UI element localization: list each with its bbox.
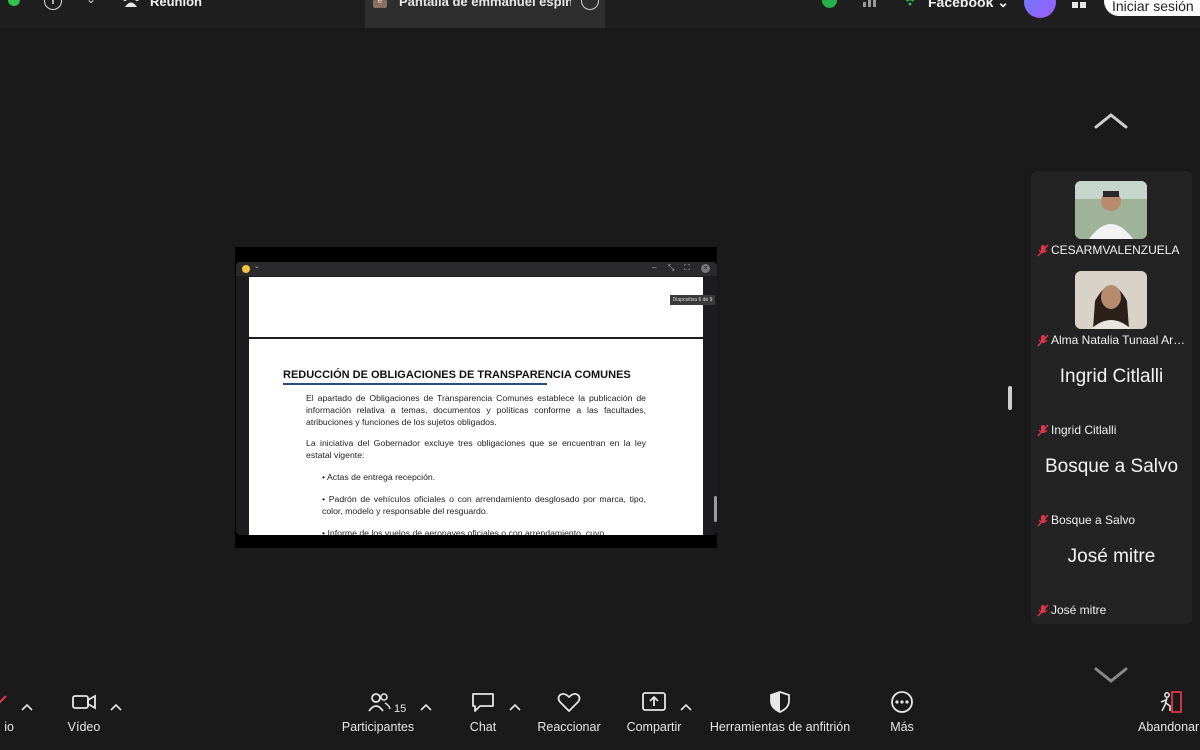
gallery-resize-handle[interactable] — [1008, 386, 1012, 410]
participant-gallery: CESARMVALENZUELA Alma Natalia Tunaal Ari… — [1031, 171, 1192, 624]
previous-slide — [249, 277, 703, 337]
video-camera-icon — [72, 694, 96, 710]
audio-label: io — [4, 720, 14, 734]
slide-bullet-3: • Informe de los vuelos de aeronaves ofi… — [322, 528, 605, 535]
audio-options-caret[interactable] — [21, 703, 33, 711]
participant-display-name: José mitre — [1067, 546, 1156, 567]
host-tools-button[interactable]: Herramientas de anfitrión — [704, 690, 856, 734]
participant-video-2 — [1075, 271, 1147, 329]
video-options-caret[interactable] — [110, 703, 122, 711]
slide-paragraph-1: El apartado de Obligaciones de Transpare… — [306, 393, 646, 427]
top-bar: i ⌄ Reunión e Pantalla de emmanuel espin… — [0, 0, 1200, 28]
fullscreen-icon[interactable]: ⛶ — [684, 263, 690, 273]
audio-button[interactable]: io — [0, 690, 14, 734]
chevron-down-icon[interactable]: ⌄ — [86, 0, 96, 6]
shield-check-icon[interactable] — [822, 0, 837, 8]
mic-muted-icon — [0, 695, 7, 704]
participant-tile[interactable]: CESARMVALENZUELA — [1031, 171, 1192, 261]
heart-icon — [557, 692, 581, 712]
minimize-icon[interactable]: – — [652, 263, 656, 272]
title-underline — [283, 383, 547, 385]
apps-icon[interactable] — [1072, 0, 1086, 8]
slide-counter: Diapositiva 6 de 9 — [670, 295, 715, 305]
participant-tile[interactable]: Ingrid Citlalli Ingrid Citlalli — [1031, 351, 1192, 441]
participant-tile[interactable]: José mitre José mitre — [1031, 531, 1192, 621]
shield-icon — [770, 691, 790, 713]
participant-name: CESARMVALENZUELA — [1051, 243, 1180, 257]
host-tools-label: Herramientas de anfitrión — [709, 720, 851, 734]
slide-title: REDUCCIÓN DE OBLIGACIONES DE TRANSPARENC… — [283, 369, 631, 381]
participant-photo — [1075, 181, 1147, 239]
more-button[interactable]: Más — [882, 690, 922, 734]
chevron-down-icon[interactable] — [1094, 666, 1128, 684]
tab-avatar-icon: e — [373, 0, 387, 8]
participant-tile[interactable]: Bosque a Salvo Bosque a Salvo — [1031, 441, 1192, 531]
signin-button[interactable]: Iniciar sesión — [1104, 0, 1200, 16]
tab-title: Pantalla de emmanuel espino — [399, 0, 571, 9]
muted-mic-icon — [1037, 604, 1049, 617]
slide-paragraph-2: La iniciativa del Gobernador excluye tre… — [306, 438, 646, 460]
participant-display-name: Ingrid Citlalli — [1059, 366, 1164, 387]
shared-screen-tab[interactable]: e Pantalla de emmanuel espino ··· — [365, 0, 605, 28]
info-icon[interactable]: i — [44, 0, 62, 10]
share-options-caret[interactable] — [680, 703, 692, 711]
video-button[interactable]: Vídeo — [62, 690, 106, 734]
muted-mic-icon — [1037, 514, 1049, 527]
more-icon[interactable]: ··· — [581, 0, 599, 10]
meeting-toolbar: io Vídeo Participantes 15 Chat Reacciona… — [0, 690, 1200, 750]
participant-video-1 — [1075, 181, 1147, 239]
muted-mic-icon — [1037, 424, 1049, 437]
share-button[interactable]: Compartir — [622, 690, 686, 734]
signal-icon[interactable] — [862, 0, 880, 7]
share-label: Compartir — [626, 720, 682, 734]
chat-icon — [472, 693, 494, 712]
participant-display-name: Bosque a Salvo — [1044, 456, 1179, 477]
participants-label: Participantes — [341, 720, 415, 734]
chevron-down-icon[interactable]: ⌄ — [254, 262, 260, 270]
chevron-up-icon[interactable] — [1094, 112, 1128, 130]
more-icon — [891, 691, 913, 713]
participant-name: Ingrid Citlalli — [1051, 423, 1117, 437]
meeting-title[interactable]: Reunión — [150, 0, 202, 9]
participant-tile[interactable]: Alma Natalia Tunaal Arias — [1031, 261, 1192, 351]
more-label: Más — [890, 720, 914, 734]
people-icon — [123, 0, 139, 7]
close-icon[interactable]: × — [701, 264, 710, 273]
shrink-icon[interactable]: ⤡ — [668, 263, 674, 273]
muted-mic-icon — [1037, 244, 1049, 257]
presentation-scrollbar[interactable] — [714, 496, 717, 522]
chat-button[interactable]: Chat — [463, 690, 503, 734]
facebook-menu[interactable]: Facebook ⌄ — [928, 0, 1009, 11]
app-icon — [242, 265, 250, 273]
slide-bullet-2: • Padrón de vehículos oficiales o con ar… — [322, 494, 646, 516]
wifi-icon[interactable] — [902, 0, 918, 6]
status-dot-icon — [8, 0, 20, 6]
slide-bullet-1: • Actas de entrega recepción. — [322, 472, 436, 482]
react-label: Reaccionar — [537, 720, 601, 734]
facebook-label: Facebook — [928, 0, 994, 10]
participant-photo — [1075, 271, 1147, 329]
participants-options-caret[interactable] — [420, 703, 432, 711]
participants-count: 15 — [394, 703, 407, 715]
participant-name: Alma Natalia Tunaal Arias — [1051, 333, 1187, 347]
participant-name: Bosque a Salvo — [1051, 513, 1136, 527]
participants-icon — [368, 693, 391, 712]
current-slide: REDUCCIÓN DE OBLIGACIONES DE TRANSPARENC… — [249, 339, 703, 535]
react-button[interactable]: Reaccionar — [534, 690, 604, 734]
video-label: Vídeo — [67, 720, 101, 734]
participant-name: José mitre — [1051, 603, 1107, 617]
leave-label: Abandonar — [1138, 720, 1200, 734]
leave-icon — [1160, 691, 1182, 713]
share-screen-icon — [642, 692, 666, 711]
chat-label: Chat — [469, 720, 497, 734]
muted-mic-icon — [1037, 334, 1049, 347]
ai-assistant-icon[interactable] — [1024, 0, 1056, 18]
chat-options-caret[interactable] — [509, 703, 521, 711]
leave-button[interactable]: Abandonar — [1138, 690, 1200, 734]
presentation-titlebar: ⌄ – ⤡ ⛶ × — [236, 262, 717, 276]
